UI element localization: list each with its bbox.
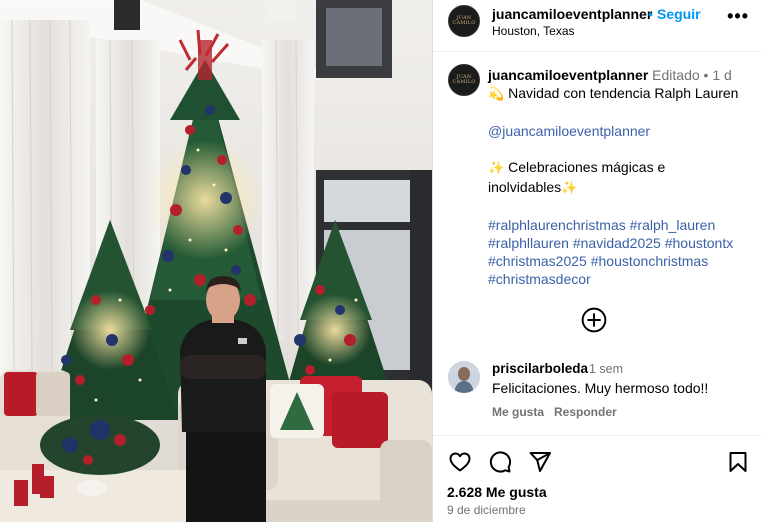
comment-icon[interactable]	[488, 450, 512, 474]
caption-header-line: juancamiloeventplanner Editado • 1 d	[488, 66, 756, 84]
sparkles-emoji-icon: ✨	[561, 181, 578, 196]
post-photo[interactable]	[0, 0, 432, 522]
caption-line-4-text: inolvidables	[488, 179, 562, 195]
caption-gap	[488, 198, 756, 216]
follow-button[interactable]: Seguir	[657, 6, 701, 22]
caption-line-1: 💫 Navidad con tendencia Ralph Lauren	[488, 84, 756, 104]
comment-time[interactable]: 1 sem	[589, 362, 623, 376]
caption-author-avatar[interactable]: JUAN CAMILO	[448, 64, 480, 96]
author-username[interactable]: juancamiloeventplanner	[492, 6, 652, 22]
likes-count[interactable]: 2.628 Me gusta	[447, 484, 547, 500]
dizzy-emoji-icon: 💫	[488, 87, 505, 102]
caption-separator: •	[703, 67, 709, 83]
plus-circle-icon[interactable]	[581, 307, 607, 333]
hashtag-link[interactable]: #ralphlaurenchristmas	[488, 217, 626, 233]
christmas-living-room-image	[0, 0, 432, 522]
commenter-username[interactable]: priscilarboleda	[492, 361, 588, 376]
header-separator: •	[648, 6, 653, 22]
hashtags-block: #ralphlaurenchristmas #ralph_lauren #ral…	[488, 216, 756, 288]
caption-mention-line: @juancamiloeventplanner	[488, 122, 756, 140]
actions-divider	[433, 435, 762, 436]
caption-line-3: ✨ Celebraciones mágicas e	[488, 158, 756, 178]
commenter-avatar[interactable]	[448, 361, 480, 393]
hashtag-link[interactable]: #ralphllauren	[488, 235, 569, 251]
hashtag-link[interactable]: #ralph_lauren	[630, 217, 716, 233]
caption-mention-link[interactable]: @juancamiloeventplanner	[488, 123, 650, 139]
comment-text: Felicitaciones. Muy hermoso todo!!	[492, 380, 709, 396]
commenter-avatar-photo	[448, 361, 480, 393]
hashtag-link[interactable]: #christmas2025	[488, 253, 587, 269]
caption-username[interactable]: juancamiloeventplanner	[488, 67, 648, 83]
hashtag-link[interactable]: #navidad2025	[573, 235, 661, 251]
author-avatar-logo: JUAN CAMILO	[452, 15, 476, 26]
author-avatar[interactable]: JUAN CAMILO	[448, 5, 480, 37]
caption-line-3-text: Celebraciones mágicas e	[508, 159, 666, 175]
caption-avatar-logo: JUAN CAMILO	[452, 74, 476, 85]
caption-gap	[488, 140, 756, 158]
caption-line-4: inolvidables✨	[488, 178, 756, 198]
post-header: JUAN CAMILO juancamiloeventplanner • Seg…	[433, 0, 762, 52]
post-location[interactable]: Houston, Texas	[492, 24, 575, 38]
edited-label: Editado	[652, 67, 700, 83]
hashtag-link[interactable]: #houstonchristmas	[591, 253, 709, 269]
more-options-icon[interactable]: •••	[727, 6, 749, 27]
post-caption: juancamiloeventplanner Editado • 1 d 💫 N…	[488, 66, 756, 288]
bookmark-icon[interactable]	[726, 450, 750, 474]
caption-gap	[488, 104, 756, 122]
share-icon[interactable]	[528, 450, 552, 474]
caption-line-1-text: Navidad con tendencia Ralph Lauren	[508, 85, 739, 101]
post-date[interactable]: 9 de diciembre	[447, 503, 526, 517]
hashtag-link[interactable]: #houstontx	[665, 235, 734, 251]
caption-time[interactable]: 1 d	[712, 67, 731, 83]
sparkles-emoji-icon: ✨	[488, 161, 505, 176]
heart-icon[interactable]	[448, 450, 472, 474]
comment-reply-button[interactable]: Responder	[554, 405, 617, 419]
hashtag-link[interactable]: #christmasdecor	[488, 271, 591, 287]
post-details-panel: JUAN CAMILO juancamiloeventplanner • Seg…	[432, 0, 762, 522]
comment-like-button[interactable]: Me gusta	[492, 405, 544, 419]
